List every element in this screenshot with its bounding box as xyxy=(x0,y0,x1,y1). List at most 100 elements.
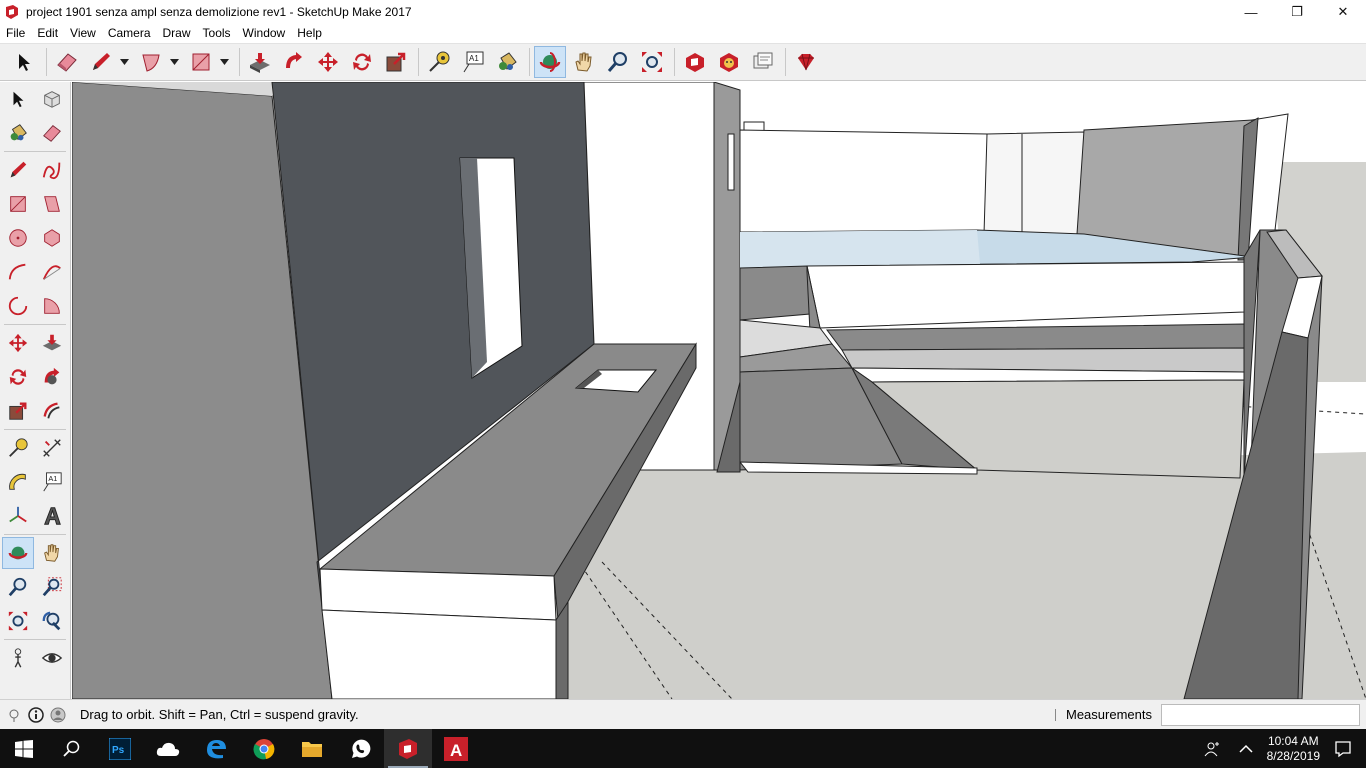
left-move-button[interactable] xyxy=(2,327,34,359)
menu-edit[interactable]: Edit xyxy=(31,26,64,40)
tape-measure-tool-button[interactable] xyxy=(423,46,455,78)
left-position-camera-button[interactable] xyxy=(2,642,34,674)
taskbar-photoshop[interactable]: Ps xyxy=(96,729,144,768)
left-polygon-button[interactable] xyxy=(36,222,68,254)
left-freehand-button[interactable] xyxy=(36,154,68,186)
move-tool-button[interactable] xyxy=(312,46,344,78)
chevron-down-icon xyxy=(169,59,179,65)
left-circle-button[interactable] xyxy=(2,222,34,254)
chevron-up-icon[interactable] xyxy=(1239,744,1253,754)
dimension-icon xyxy=(43,439,61,457)
zoom-extents-tool-button[interactable] xyxy=(636,46,668,78)
arc-icon xyxy=(8,263,26,280)
eraser-tool-button[interactable] xyxy=(51,46,83,78)
left-zoom-extents-button[interactable] xyxy=(2,605,34,637)
left-orbit-button[interactable] xyxy=(2,537,34,569)
left-rotated-rectangle-button[interactable] xyxy=(36,188,68,220)
left-component-button[interactable] xyxy=(36,83,68,115)
left-protractor-button[interactable] xyxy=(2,466,34,498)
arc-dropdown[interactable] xyxy=(169,46,179,78)
left-3d-text-button[interactable] xyxy=(36,500,68,532)
layout-button[interactable] xyxy=(747,46,779,78)
left-look-around-button[interactable] xyxy=(36,642,68,674)
left-follow-me-button[interactable] xyxy=(36,361,68,393)
menu-view[interactable]: View xyxy=(64,26,102,40)
left-dimension-button[interactable] xyxy=(36,432,68,464)
left-select-button[interactable] xyxy=(2,83,34,115)
minimize-button[interactable]: — xyxy=(1228,0,1274,24)
left-zoom-button[interactable] xyxy=(2,571,34,603)
left-three-point-arc-button[interactable] xyxy=(2,290,34,322)
credits-info-icon[interactable] xyxy=(28,706,44,723)
orbit-icon xyxy=(539,52,561,72)
menu-help[interactable]: Help xyxy=(291,26,328,40)
push-pull-tool-button[interactable] xyxy=(244,46,276,78)
left-zoom-window-button[interactable] xyxy=(36,571,68,603)
restore-button[interactable]: ❐ xyxy=(1274,0,1320,24)
orbit-tool-button[interactable] xyxy=(534,46,566,78)
main-toolbar: A1 xyxy=(0,43,1366,81)
menu-file[interactable]: File xyxy=(0,26,31,40)
left-eraser-button[interactable] xyxy=(36,117,68,149)
system-clock[interactable]: 10:04 AM 8/28/2019 xyxy=(1267,734,1320,764)
follow-me-tool-button[interactable] xyxy=(278,46,310,78)
position-camera-icon xyxy=(14,648,22,668)
zoom-tool-button[interactable] xyxy=(602,46,634,78)
menu-tools[interactable]: Tools xyxy=(197,26,237,40)
rotate-tool-button[interactable] xyxy=(346,46,378,78)
taskbar-edge[interactable] xyxy=(192,729,240,768)
left-paint-bucket-button[interactable] xyxy=(2,117,34,149)
select-tool-button[interactable] xyxy=(8,46,40,78)
left-line-button[interactable] xyxy=(2,154,34,186)
taskbar-autocad[interactable]: A xyxy=(432,729,480,768)
people-icon[interactable] xyxy=(1203,740,1221,758)
pencil-tool-button[interactable] xyxy=(85,46,117,78)
rectangle-tool-button[interactable] xyxy=(185,46,217,78)
model-viewport[interactable] xyxy=(72,82,1366,699)
left-axes-button[interactable] xyxy=(2,500,34,532)
left-text-button[interactable]: A1 xyxy=(36,466,68,498)
start-button[interactable] xyxy=(0,729,48,768)
arc-tool-button[interactable] xyxy=(135,46,167,78)
left-tape-measure-button[interactable] xyxy=(2,432,34,464)
taskbar-whatsapp[interactable] xyxy=(336,729,384,768)
measurements-label: Measurements xyxy=(1066,707,1152,722)
menu-camera[interactable]: Camera xyxy=(102,26,157,40)
menu-draw[interactable]: Draw xyxy=(157,26,197,40)
taskbar-file-explorer[interactable] xyxy=(288,729,336,768)
extension-warehouse-button[interactable] xyxy=(713,46,745,78)
left-rotate-button[interactable] xyxy=(2,361,34,393)
measurements-input[interactable] xyxy=(1161,704,1360,726)
paint-bucket-tool-button[interactable] xyxy=(491,46,523,78)
move-icon xyxy=(318,52,338,72)
text-tool-button[interactable]: A1 xyxy=(457,46,489,78)
taskbar-search-button[interactable] xyxy=(48,729,96,768)
measurements-divider xyxy=(1055,709,1056,721)
rectangle-dropdown[interactable] xyxy=(219,46,229,78)
left-offset-button[interactable] xyxy=(36,395,68,427)
ruby-console-button[interactable] xyxy=(790,46,822,78)
pencil-dropdown[interactable] xyxy=(119,46,129,78)
taskbar-sketchup[interactable] xyxy=(384,729,432,768)
left-push-pull-button[interactable] xyxy=(36,327,68,359)
close-button[interactable]: ✕ xyxy=(1320,0,1366,24)
left-scale-button[interactable] xyxy=(2,395,34,427)
taskbar-chrome[interactable] xyxy=(240,729,288,768)
left-previous-view-button[interactable] xyxy=(36,605,68,637)
left-two-point-arc-button[interactable] xyxy=(36,256,68,288)
scale-tool-button[interactable] xyxy=(380,46,412,78)
left-pan-button[interactable] xyxy=(36,537,68,569)
user-account-icon[interactable] xyxy=(50,707,66,723)
menu-window[interactable]: Window xyxy=(237,26,292,40)
3d-warehouse-button[interactable] xyxy=(679,46,711,78)
chevron-down-icon xyxy=(219,59,229,65)
geo-location-icon[interactable] xyxy=(6,707,22,723)
status-bar: Drag to orbit. Shift = Pan, Ctrl = suspe… xyxy=(0,699,1366,729)
notifications-icon[interactable] xyxy=(1334,740,1352,758)
taskbar-onedrive[interactable] xyxy=(144,729,192,768)
ruby-console-icon xyxy=(798,53,814,71)
pan-tool-button[interactable] xyxy=(568,46,600,78)
left-pie-button[interactable] xyxy=(36,290,68,322)
left-rectangle-button[interactable] xyxy=(2,188,34,220)
left-arc-button[interactable] xyxy=(2,256,34,288)
